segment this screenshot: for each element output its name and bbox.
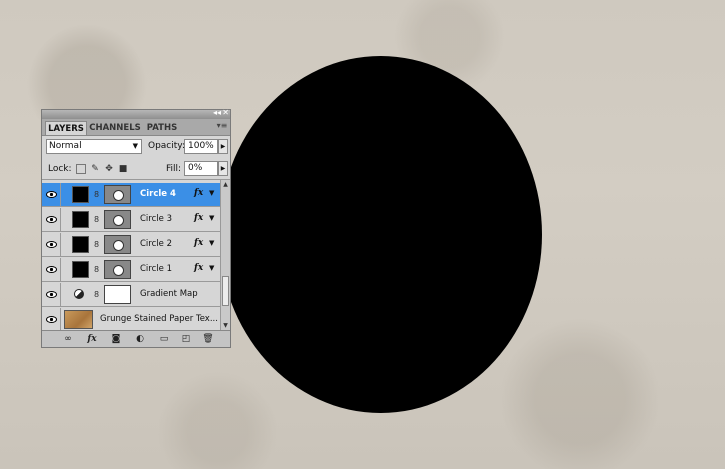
- chevron-down-icon: ▼: [132, 142, 138, 150]
- trash-icon[interactable]: 🗑: [202, 333, 214, 345]
- chain-link-icon[interactable]: 8: [94, 240, 99, 249]
- layer-name[interactable]: Gradient Map: [140, 289, 198, 300]
- collapse-icon[interactable]: ◂◂: [213, 108, 221, 117]
- opacity-label: Opacity:: [148, 141, 185, 151]
- new-adjustment-icon[interactable]: ◐: [134, 333, 146, 345]
- padlock-icon[interactable]: ■: [118, 164, 128, 174]
- opacity-field[interactable]: 100%: [184, 139, 218, 154]
- tab-paths[interactable]: PATHS: [145, 121, 179, 135]
- layer-list: 8 Circle 4 fx ▼ 8 Circle 3 fx ▼ 8 Circle…: [42, 180, 220, 330]
- layers-panel: ◂◂ ✕ LAYERS CHANNELS PATHS ▾≡ Normal ▼ O…: [41, 108, 231, 348]
- new-layer-icon[interactable]: ◰: [180, 333, 192, 345]
- new-group-icon[interactable]: ▭: [158, 333, 170, 345]
- layer-row-circle-4[interactable]: 8 Circle 4 fx ▼: [42, 183, 220, 207]
- tab-channels[interactable]: CHANNELS: [89, 121, 141, 135]
- layer-thumbnail: [72, 261, 89, 278]
- blend-opacity-row: Normal ▼ Opacity: 100% ▶: [42, 136, 230, 158]
- chain-link-icon[interactable]: 8: [94, 190, 99, 199]
- visibility-eye-icon[interactable]: [43, 308, 61, 330]
- layer-mask-thumbnail[interactable]: [104, 285, 131, 304]
- blend-mode-select[interactable]: Normal ▼: [46, 139, 142, 154]
- scroll-thumb[interactable]: [222, 276, 229, 306]
- layer-name[interactable]: Circle 3: [140, 214, 172, 225]
- visibility-eye-icon[interactable]: [43, 258, 61, 281]
- vector-mask-thumbnail[interactable]: [104, 235, 131, 254]
- layer-row-circle-3[interactable]: 8 Circle 3 fx ▼: [42, 208, 220, 232]
- add-mask-icon[interactable]: ◙: [110, 333, 122, 345]
- tab-layers[interactable]: LAYERS: [45, 121, 87, 135]
- close-icon[interactable]: ✕: [222, 108, 229, 117]
- add-style-icon[interactable]: fx: [86, 333, 98, 345]
- fill-stepper[interactable]: ▶: [218, 161, 228, 176]
- visibility-eye-icon[interactable]: [43, 183, 61, 206]
- layer-row-grunge-paper[interactable]: Grunge Stained Paper Tex...: [42, 308, 220, 330]
- scroll-up-icon[interactable]: ▲: [221, 180, 230, 189]
- chevron-down-icon[interactable]: ▼: [209, 239, 214, 247]
- chain-link-icon[interactable]: 8: [94, 265, 99, 274]
- visibility-eye-icon[interactable]: [43, 283, 61, 306]
- layer-row-circle-1[interactable]: 8 Circle 1 fx ▼: [42, 258, 220, 282]
- fill-label: Fill:: [166, 164, 182, 174]
- half-circle-adjustment-icon: [74, 289, 84, 299]
- panel-bottom-bar: ∞ fx ◙ ◐ ▭ ◰ 🗑: [42, 330, 230, 347]
- lock-fill-row: Lock: ✎ ✥ ■ Fill: 0% ▶: [42, 159, 230, 180]
- fx-icon[interactable]: fx: [194, 263, 203, 273]
- chevron-down-icon[interactable]: ▼: [209, 189, 214, 197]
- fx-icon[interactable]: fx: [194, 213, 203, 223]
- layer-name[interactable]: Circle 1: [140, 264, 172, 275]
- chevron-down-icon[interactable]: ▼: [209, 214, 214, 222]
- layer-name[interactable]: Grunge Stained Paper Tex...: [100, 314, 218, 325]
- fx-icon[interactable]: fx: [194, 188, 203, 198]
- fill-field[interactable]: 0%: [184, 161, 218, 176]
- fx-icon[interactable]: fx: [194, 238, 203, 248]
- layer-name[interactable]: Circle 4: [140, 189, 176, 200]
- paper-texture-thumbnail: [64, 310, 93, 329]
- panel-menu-icon[interactable]: ▾≡: [216, 121, 228, 131]
- visibility-eye-icon[interactable]: [43, 233, 61, 256]
- blend-mode-value: Normal: [49, 141, 82, 151]
- chevron-down-icon[interactable]: ▼: [209, 264, 214, 272]
- layer-name[interactable]: Circle 2: [140, 239, 172, 250]
- panel-tabs: LAYERS CHANNELS PATHS ▾≡: [42, 119, 230, 136]
- vector-mask-thumbnail[interactable]: [104, 185, 131, 204]
- layer-row-gradient-map[interactable]: 8 Gradient Map: [42, 283, 220, 307]
- lock-transparent-pixels-icon[interactable]: [76, 164, 86, 174]
- chain-link-icon[interactable]: 8: [94, 215, 99, 224]
- vector-mask-thumbnail[interactable]: [104, 260, 131, 279]
- layer-row-circle-2[interactable]: 8 Circle 2 fx ▼: [42, 233, 220, 257]
- chain-link-icon[interactable]: 8: [94, 290, 99, 299]
- link-layers-icon[interactable]: ∞: [62, 333, 74, 345]
- brush-lock-icon[interactable]: ✎: [90, 164, 100, 174]
- layer-thumbnail: [72, 186, 89, 203]
- opacity-stepper[interactable]: ▶: [218, 139, 228, 154]
- panel-titlebar[interactable]: ◂◂ ✕: [42, 108, 230, 119]
- layer-thumbnail: [72, 236, 89, 253]
- lock-label: Lock:: [48, 164, 72, 174]
- layer-thumbnail: [72, 211, 89, 228]
- move-lock-icon[interactable]: ✥: [104, 164, 114, 174]
- layer-list-scrollbar[interactable]: ▲ ▼: [220, 180, 230, 330]
- scroll-down-icon[interactable]: ▼: [221, 321, 230, 330]
- visibility-eye-icon[interactable]: [43, 208, 61, 231]
- black-circle-shape[interactable]: [219, 56, 542, 413]
- vector-mask-thumbnail[interactable]: [104, 210, 131, 229]
